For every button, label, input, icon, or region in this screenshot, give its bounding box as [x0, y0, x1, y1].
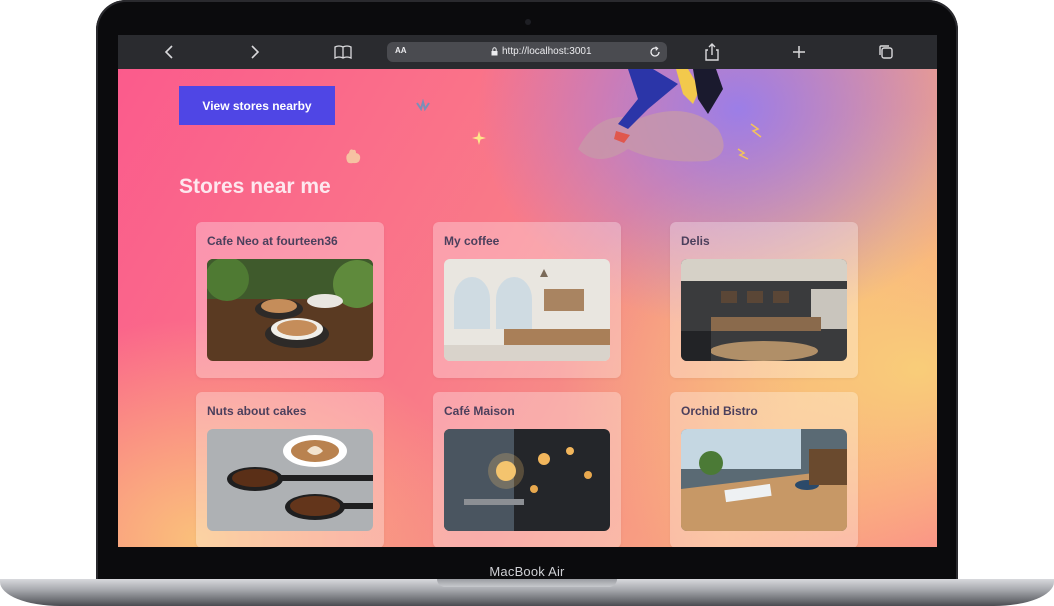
view-stores-nearby-button[interactable]: View stores nearby [179, 86, 335, 125]
laptop-notch [437, 579, 617, 587]
store-image [444, 429, 610, 531]
leaf-decoration-icon [416, 99, 430, 111]
star-decoration-icon [472, 131, 486, 145]
store-image [207, 429, 373, 531]
reload-icon[interactable] [647, 43, 663, 61]
plus-icon[interactable] [788, 41, 810, 63]
section-title: Stores near me [179, 175, 331, 198]
screen: AA http://localhost:3001 View stores nea… [118, 35, 937, 547]
store-image [681, 429, 847, 531]
store-card[interactable]: Orchid Bistro [670, 392, 858, 547]
store-name: My coffee [444, 234, 500, 248]
share-icon[interactable] [701, 41, 723, 63]
store-name: Delis [681, 234, 710, 248]
camera-icon [525, 19, 531, 25]
text-size-button[interactable]: AA [395, 46, 407, 55]
store-image [207, 259, 373, 361]
forward-icon[interactable] [244, 41, 266, 63]
lock-icon [491, 47, 498, 56]
store-image [444, 259, 610, 361]
store-card[interactable]: Cafe Neo at fourteen36 [196, 222, 384, 378]
store-card[interactable]: Nuts about cakes [196, 392, 384, 547]
url-field[interactable]: AA http://localhost:3001 [387, 42, 667, 62]
store-name: Café Maison [444, 404, 515, 418]
url-text: http://localhost:3001 [502, 46, 592, 57]
store-name: Cafe Neo at fourteen36 [207, 234, 338, 248]
model-label: MacBook Air [489, 564, 565, 579]
store-name: Nuts about cakes [207, 404, 307, 418]
url-display: http://localhost:3001 [491, 46, 592, 57]
back-icon[interactable] [158, 41, 180, 63]
store-card[interactable]: My coffee [433, 222, 621, 378]
hero-illustration [578, 69, 762, 162]
tabs-icon[interactable] [875, 41, 897, 63]
store-image [681, 259, 847, 361]
store-card[interactable]: Café Maison [433, 392, 621, 547]
hand-decoration-icon [346, 149, 361, 164]
store-page: View stores nearby Stores near me Cafe N… [118, 69, 937, 547]
store-card[interactable]: Delis [670, 222, 858, 378]
book-icon[interactable] [332, 41, 354, 63]
store-name: Orchid Bistro [681, 404, 758, 418]
browser-toolbar: AA http://localhost:3001 [118, 35, 937, 69]
